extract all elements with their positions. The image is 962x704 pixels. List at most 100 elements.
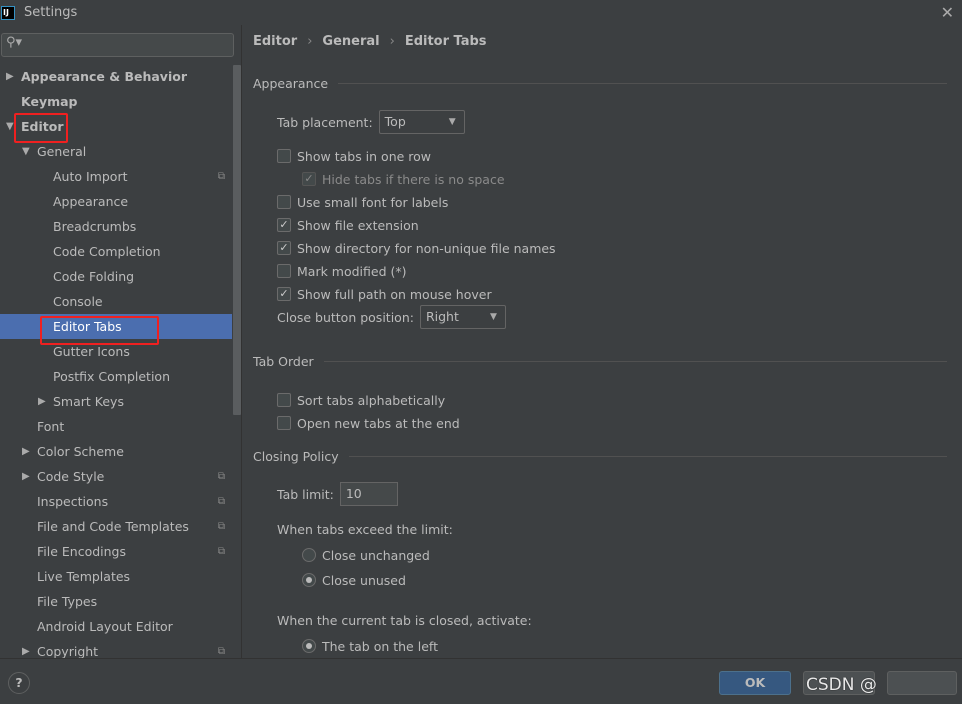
radio-label: Close unchanged xyxy=(322,547,430,563)
checkbox-hide-tabs-if-there-is-no-space[interactable]: ✓ Hide tabs if there is no space xyxy=(302,169,505,189)
chevron-right-icon[interactable]: ▶ xyxy=(38,389,46,414)
settings-panel: Editor › General › Editor Tabs Appearance Ta… xyxy=(243,25,962,658)
checkbox-show-file-extension[interactable]: ✓ Show file extension xyxy=(277,215,419,235)
checkbox-show-tabs-in-one-row[interactable]: Show tabs in one row xyxy=(277,146,431,166)
sidebar-item-file-encodings[interactable]: File Encodings ⧉ xyxy=(0,539,232,564)
section-title: Tab Order xyxy=(253,354,314,369)
sidebar-item-smart-keys[interactable]: ▶ Smart Keys xyxy=(0,389,232,414)
help-button[interactable]: ? xyxy=(8,672,30,694)
sidebar-item-code-folding[interactable]: Code Folding xyxy=(0,264,232,289)
chevron-right-icon[interactable]: ▶ xyxy=(6,64,14,89)
activate-label: When the current tab is closed, activate… xyxy=(277,612,532,628)
sidebar-item-label: Code Folding xyxy=(53,269,135,284)
watermark: CSDN @ xyxy=(806,675,877,695)
sidebar-item-label: Postfix Completion xyxy=(53,369,170,384)
tab-limit-label: Tab limit: xyxy=(277,486,334,502)
checkbox-show-directory-for-non-unique-file-names[interactable]: ✓ Show directory for non-unique file name… xyxy=(277,238,556,258)
close-button-dropdown[interactable]: Right ▼ xyxy=(419,305,506,329)
checkbox-checked-icon[interactable]: ✓ xyxy=(277,218,291,232)
checkbox-sort-tabs-alphabetically[interactable]: Sort tabs alphabetically xyxy=(277,390,445,410)
radio-label: Close unused xyxy=(322,572,406,588)
chevron-down-icon[interactable]: ▼ xyxy=(6,114,14,139)
chevron-right-icon[interactable]: ▶ xyxy=(22,464,30,489)
sidebar-item-file-types[interactable]: File Types xyxy=(0,589,232,614)
section-title: Appearance xyxy=(253,76,329,91)
checkbox-mark-modified[interactable]: Mark modified (*) xyxy=(277,261,407,281)
checkbox-unchecked-icon[interactable] xyxy=(277,393,291,407)
tab-limit-input[interactable]: 10 xyxy=(339,482,398,506)
radio-selected-icon[interactable] xyxy=(302,639,316,653)
checkbox-checked-icon[interactable]: ✓ xyxy=(302,172,316,186)
checkbox-checked-icon[interactable]: ✓ xyxy=(277,241,291,255)
sidebar-item-label: Code Completion xyxy=(53,244,161,259)
apply-button[interactable] xyxy=(887,671,957,695)
highlight-box xyxy=(40,316,159,345)
sidebar-item-label: Code Style xyxy=(37,469,105,484)
sidebar-item-label: File Types xyxy=(37,594,98,609)
project-scope-icon: ⧉ xyxy=(217,496,225,507)
sidebar-item-appearance-behavior[interactable]: ▶ Appearance & Behavior xyxy=(0,64,232,89)
checkbox-label: Hide tabs if there is no space xyxy=(322,171,505,187)
sidebar-item-code-completion[interactable]: Code Completion xyxy=(0,239,232,264)
exceed-label: When tabs exceed the limit: xyxy=(277,521,453,537)
tab-placement-label: Tab placement: xyxy=(277,114,373,130)
chevron-down-icon: ▼ xyxy=(490,312,497,322)
checkbox-label: Sort tabs alphabetically xyxy=(297,392,446,408)
highlight-box xyxy=(14,113,68,143)
checkbox-label: Show full path on mouse hover xyxy=(297,286,492,302)
sidebar-item-file-and-code-templates[interactable]: File and Code Templates ⧉ xyxy=(0,514,232,539)
sidebar-item-console[interactable]: Console xyxy=(0,289,232,314)
checkbox-unchecked-icon[interactable] xyxy=(277,195,291,209)
radio-the-tab-on-the-left[interactable]: The tab on the left xyxy=(302,636,438,656)
sidebar-item-label: Color Scheme xyxy=(37,444,124,459)
checkbox-open-new-tabs-at-the-end[interactable]: Open new tabs at the end xyxy=(277,413,460,433)
project-scope-icon: ⧉ xyxy=(217,171,225,182)
checkbox-show-full-path-on-mouse-hover[interactable]: ✓ Show full path on mouse hover xyxy=(277,284,492,304)
checkbox-label: Open new tabs at the end xyxy=(297,415,460,431)
dialog-footer: ? OK CSDN @ xyxy=(0,658,962,704)
tab-placement-dropdown[interactable]: Top ▼ xyxy=(378,110,465,134)
checkbox-label: Mark modified (*) xyxy=(297,263,407,279)
chevron-right-icon[interactable]: ▶ xyxy=(22,439,30,464)
sidebar-item-breadcrumbs[interactable]: Breadcrumbs xyxy=(0,214,232,239)
close-icon[interactable]: ✕ xyxy=(941,3,954,22)
chevron-down-icon: ▼ xyxy=(448,117,456,127)
search-input[interactable]: ⚲▾ xyxy=(1,33,234,57)
sidebar-item-live-templates[interactable]: Live Templates xyxy=(0,564,232,589)
sidebar-item-label: Appearance xyxy=(53,194,129,209)
sidebar-item-color-scheme[interactable]: ▶ Color Scheme xyxy=(0,439,232,464)
section-tab-order: Tab Order xyxy=(253,354,947,369)
checkbox-unchecked-icon[interactable] xyxy=(277,264,291,278)
radio-close-unused[interactable]: Close unused xyxy=(302,570,406,590)
section-title: Closing Policy xyxy=(253,449,339,464)
section-closing-policy: Closing Policy xyxy=(253,449,947,464)
sidebar-item-label: File Encodings xyxy=(37,544,127,559)
checkbox-unchecked-icon[interactable] xyxy=(277,416,291,430)
sidebar-item-keymap[interactable]: Keymap xyxy=(0,89,232,114)
window-title: Settings xyxy=(24,5,78,20)
sidebar-item-postfix-completion[interactable]: Postfix Completion xyxy=(0,364,232,389)
breadcrumb-item[interactable]: General xyxy=(322,34,379,49)
sidebar-item-label: Inspections xyxy=(37,494,109,509)
app-logo-icon: IJ xyxy=(1,5,15,20)
radio-unselected-icon[interactable] xyxy=(302,548,316,562)
sidebar-item-label: Keymap xyxy=(21,94,78,109)
sidebar-item-font[interactable]: Font xyxy=(0,414,232,439)
sidebar-item-android-layout-editor[interactable]: Android Layout Editor xyxy=(0,614,232,639)
checkbox-checked-icon[interactable]: ✓ xyxy=(277,287,291,301)
breadcrumb-item[interactable]: Editor xyxy=(253,34,297,49)
ok-button[interactable]: OK xyxy=(719,671,791,695)
project-scope-icon: ⧉ xyxy=(217,471,225,482)
sidebar-item-auto-import[interactable]: Auto Import ⧉ xyxy=(0,164,232,189)
sidebar-item-label: Smart Keys xyxy=(53,394,124,409)
radio-close-unchanged[interactable]: Close unchanged xyxy=(302,545,430,565)
sidebar-item-inspections[interactable]: Inspections ⧉ xyxy=(0,489,232,514)
radio-selected-icon[interactable] xyxy=(302,573,316,587)
sidebar-item-code-style[interactable]: ▶ Code Style ⧉ xyxy=(0,464,232,489)
checkbox-use-small-font-for-labels[interactable]: Use small font for labels xyxy=(277,192,448,212)
sidebar-scrollbar[interactable] xyxy=(233,65,241,415)
checkbox-unchecked-icon[interactable] xyxy=(277,149,291,163)
sidebar-item-appearance[interactable]: Appearance xyxy=(0,189,232,214)
tab-placement-row: Tab placement: Top ▼ xyxy=(277,110,465,134)
search-icon: ⚲▾ xyxy=(6,35,23,50)
